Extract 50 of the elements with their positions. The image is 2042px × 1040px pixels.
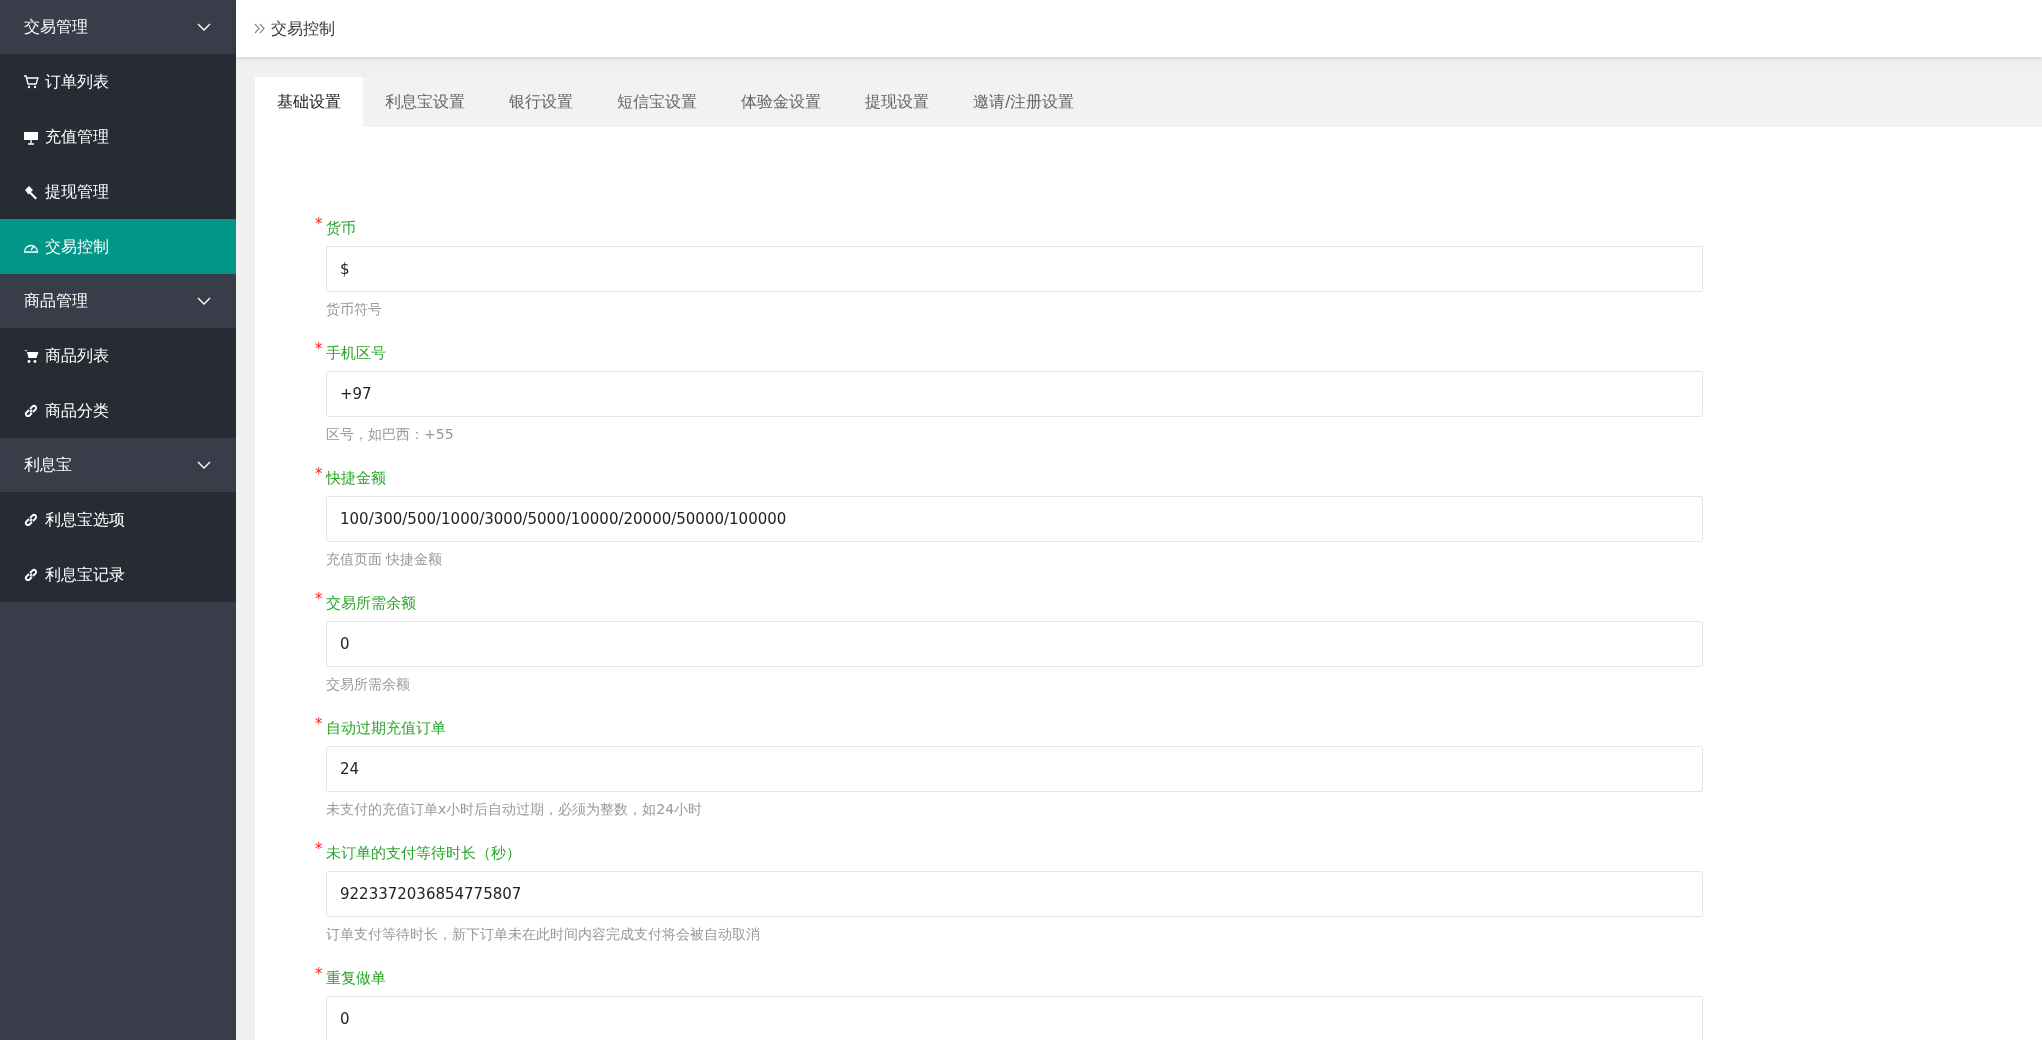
link-icon	[23, 511, 39, 528]
field-hint: 交易所需余额	[326, 675, 411, 694]
sidebar-item[interactable]: 商品分类	[0, 383, 236, 438]
sidebar-item[interactable]: 提现管理	[0, 164, 236, 219]
required-asterisk: *	[315, 464, 323, 485]
sidebar-item[interactable]: 交易控制	[0, 219, 236, 274]
field-label: 交易所需余额	[326, 594, 416, 612]
required-asterisk: *	[315, 839, 323, 860]
sidebar-item[interactable]: 利息宝记录	[0, 547, 236, 602]
input-field[interactable]: 100/300/500/1000/3000/5000/10000/20000/50000/100000	[326, 496, 1703, 542]
tab[interactable]: 基础设置	[255, 77, 363, 127]
field-hint: 未支付的充值订单x小时后自动过期，必须为整数，如24小时	[326, 800, 704, 819]
required-asterisk: *	[315, 714, 323, 735]
field-hint: 订单支付等待时长，新下订单未在此时间内容完成支付将会被自动取消	[326, 925, 761, 944]
tab[interactable]: 银行设置	[487, 77, 595, 127]
sidebar-item[interactable]: 商品列表	[0, 328, 236, 383]
breadcrumb-title: 交易控制	[271, 17, 335, 40]
sidebar-item[interactable]: 订单列表	[0, 54, 236, 109]
double-chevron-icon	[254, 23, 265, 34]
tab[interactable]: 提现设置	[843, 77, 951, 127]
field-hint: 充值页面 快捷金额	[326, 550, 444, 569]
required-asterisk: *	[315, 964, 323, 985]
cart-icon	[23, 73, 39, 90]
required-asterisk: *	[315, 339, 323, 360]
input-field[interactable]: 24	[326, 746, 1703, 792]
field-label: 快捷金额	[326, 469, 386, 487]
input-field[interactable]: 0	[326, 621, 1703, 667]
field-label: 自动过期充值订单	[326, 719, 446, 737]
field-label: 手机区号	[326, 344, 386, 362]
sidebar-item[interactable]: 利息宝选项	[0, 492, 236, 547]
required-asterisk: *	[315, 589, 323, 610]
link-icon	[23, 402, 39, 419]
cart-icon	[23, 347, 39, 364]
required-asterisk: *	[315, 214, 323, 235]
tab[interactable]: 短信宝设置	[595, 77, 719, 127]
field-label: 未订单的支付等待时长（秒）	[326, 844, 521, 862]
sidebar-item[interactable]: 充值管理	[0, 109, 236, 164]
link-icon	[23, 566, 39, 583]
tab[interactable]: 邀请/注册设置	[951, 77, 1097, 127]
field-hint: 区号，如巴西：+55	[326, 425, 455, 444]
input-field[interactable]: +97	[326, 371, 1703, 417]
field-label: 重复做单	[326, 969, 386, 987]
field-label: 货币	[326, 219, 356, 237]
tab[interactable]: 利息宝设置	[363, 77, 487, 127]
input-field[interactable]: 9223372036854775807	[326, 871, 1703, 917]
input-field[interactable]: $	[326, 246, 1703, 292]
field-hint: 货币符号	[326, 300, 383, 319]
input-field[interactable]: 0	[326, 996, 1703, 1040]
tab[interactable]: 体验金设置	[719, 77, 843, 127]
hammer-icon	[23, 183, 39, 200]
